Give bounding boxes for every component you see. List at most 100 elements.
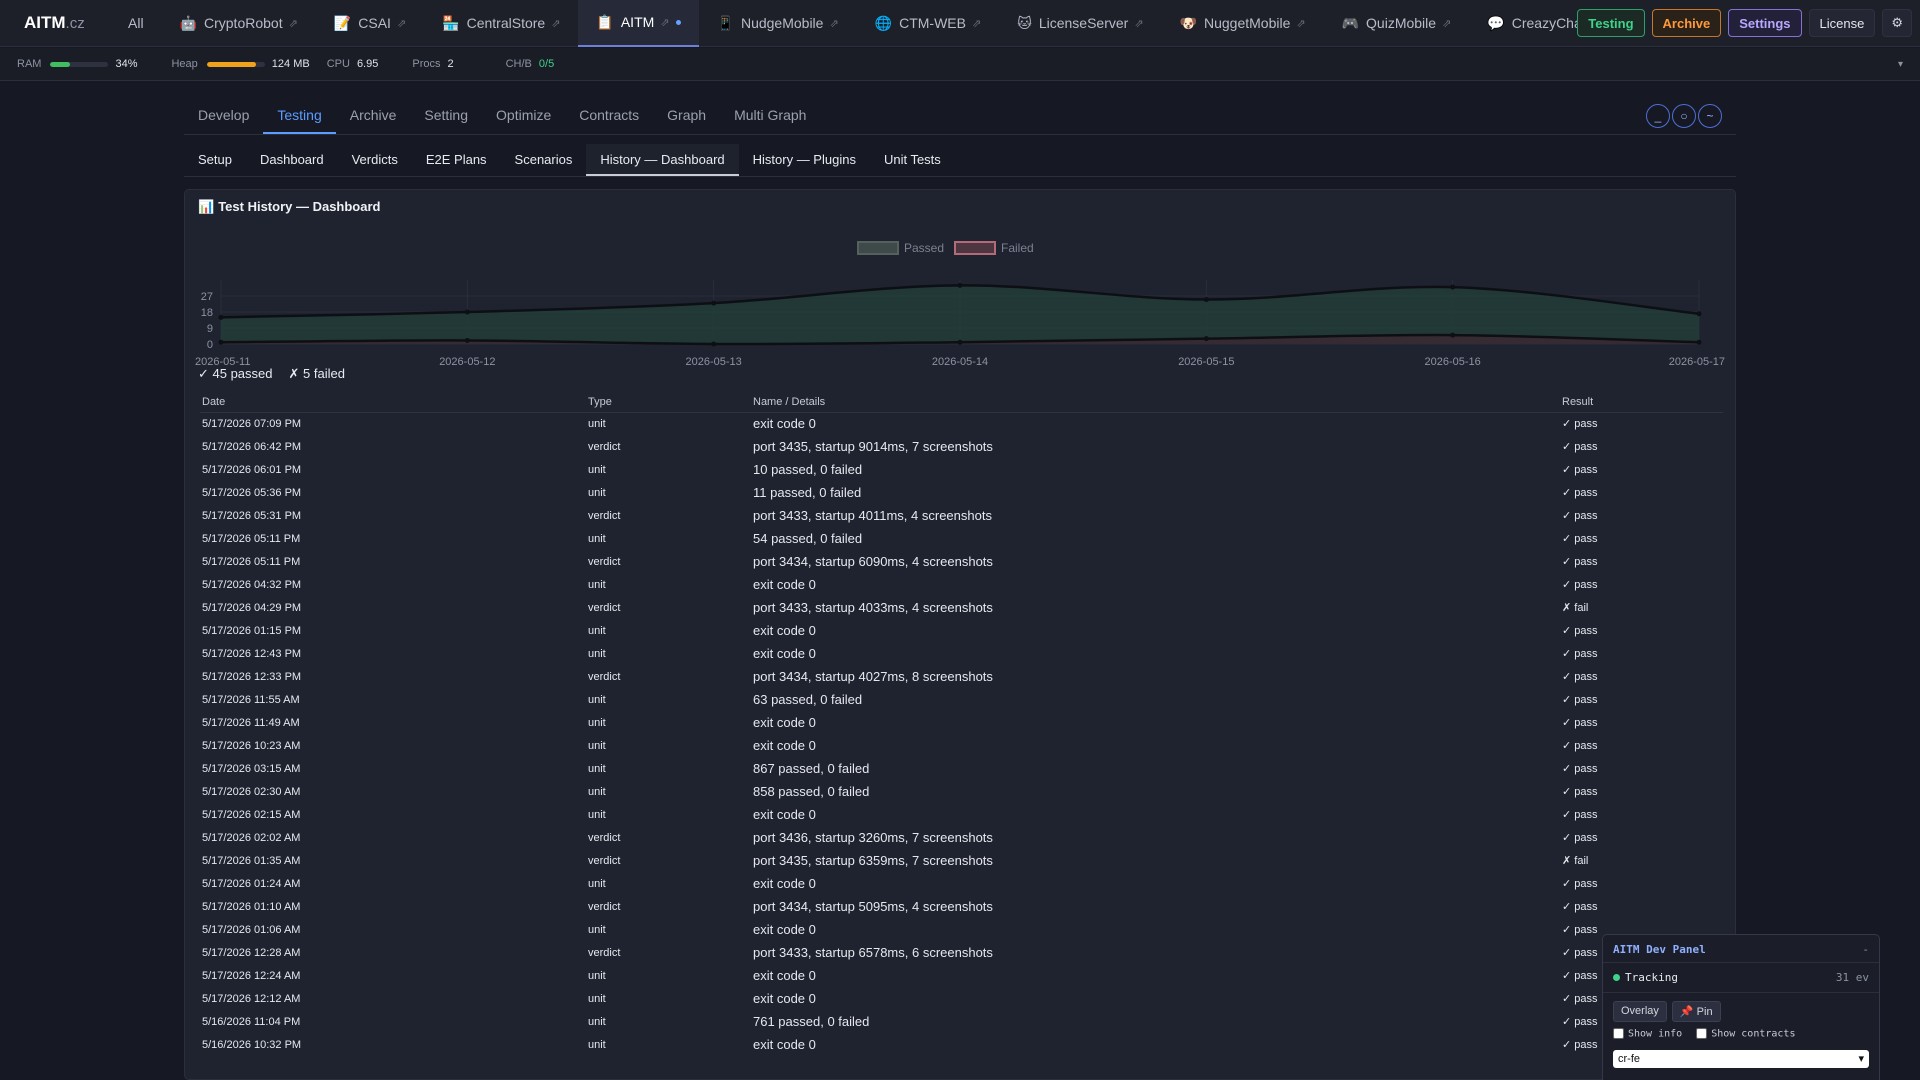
tab-multi-graph[interactable]: Multi Graph [720, 100, 820, 134]
point-failed [464, 337, 470, 343]
project-tab-cryptorobot[interactable]: 🤖 CryptoRobot ⇗ [162, 0, 316, 47]
project-tab-licenseserver[interactable]: 🐱 LicenseServer ⇗ [999, 0, 1161, 47]
table-row[interactable]: 5/17/2026 12:33 PM verdict port 3434, star… [200, 665, 1723, 688]
external-link-icon[interactable]: ⇗ [1134, 17, 1143, 30]
cell-result: ✓ pass [1562, 556, 1598, 568]
external-link-icon[interactable]: ⇗ [397, 17, 406, 30]
cell-date: 5/17/2026 12:28 AM [202, 946, 301, 959]
project-tab-quizmobile[interactable]: 🎮 QuizMobile ⇗ [1324, 0, 1470, 47]
show-info-label: Show info [1628, 1028, 1683, 1040]
table-row[interactable]: 5/17/2026 01:06 AM unit exit code 0 ✓ pass [200, 918, 1723, 941]
tab-develop[interactable]: Develop [184, 100, 263, 134]
col-result: Result [1560, 392, 1723, 413]
subtab-scenarios[interactable]: Scenarios [501, 144, 587, 176]
external-link-icon[interactable]: ⇗ [1442, 17, 1451, 30]
table-row[interactable]: 5/17/2026 03:15 AM unit 867 passed, 0 fail… [200, 757, 1723, 780]
project-tab-nudgemobile[interactable]: 📱 NudgeMobile ⇗ [699, 0, 857, 47]
project-tab-all[interactable]: All [110, 0, 162, 47]
tab-testing[interactable]: Testing [263, 100, 336, 134]
cell-date: 5/17/2026 01:24 AM [202, 877, 301, 890]
table-row[interactable]: 5/17/2026 04:29 PM verdict port 3433, star… [200, 596, 1723, 619]
table-row[interactable]: 5/17/2026 05:36 PM unit 11 passed, 0 faile… [200, 481, 1723, 504]
subtab-history-dashboard[interactable]: History — Dashboard [586, 144, 739, 176]
cell-type: unit [588, 877, 606, 890]
table-row[interactable]: 5/17/2026 05:31 PM verdict port 3433, star… [200, 504, 1723, 527]
table-row[interactable]: 5/17/2026 01:35 AM verdict port 3435, star… [200, 849, 1723, 872]
ram-bar [50, 61, 109, 67]
table-row[interactable]: 5/17/2026 04:32 PM unit exit code 0 ✓ pass [200, 573, 1723, 596]
external-link-icon[interactable]: ⇗ [972, 17, 981, 30]
project-tab-centralstore[interactable]: 🏪 CentralStore ⇗ [424, 0, 578, 47]
project-tab-ctm-web[interactable]: 🌐 CTM-WEB ⇗ [857, 0, 1000, 47]
panel-title-text: Test History — Dashboard [218, 199, 381, 214]
table-row[interactable]: 5/16/2026 11:04 PM unit 761 passed, 0 fail… [200, 1010, 1723, 1033]
table-row[interactable]: 5/17/2026 12:24 AM unit exit code 0 ✓ pass [200, 964, 1723, 987]
table-row[interactable]: 5/17/2026 02:30 AM unit 858 passed, 0 fail… [200, 780, 1723, 803]
table-row[interactable]: 5/17/2026 12:43 PM unit exit code 0 ✓ pass [200, 642, 1723, 665]
show-info-option[interactable]: Show info [1613, 1028, 1682, 1040]
table-row[interactable]: 5/17/2026 02:15 AM unit exit code 0 ✓ pass [200, 803, 1723, 826]
external-link-icon[interactable]: ⇗ [551, 17, 560, 30]
collapse-icon[interactable]: ▾ [1898, 59, 1903, 70]
subtab-dashboard[interactable]: Dashboard [246, 144, 338, 176]
table-row[interactable]: 5/17/2026 05:11 PM verdict port 3434, star… [200, 550, 1723, 573]
overlay-button[interactable]: Overlay [1613, 1001, 1667, 1022]
external-link-icon[interactable]: ⇗ [660, 16, 669, 29]
external-link-icon[interactable]: ⇗ [1296, 17, 1305, 30]
table-row[interactable]: 5/17/2026 10:23 AM unit exit code 0 ✓ pass [200, 734, 1723, 757]
project-tab-label: CSAI [358, 15, 391, 31]
legend-label-failed: Failed [1001, 241, 1034, 255]
cell-details: exit code 0 [753, 715, 816, 730]
tab-archive[interactable]: Archive [336, 100, 411, 134]
project-icon: 💬 [1487, 14, 1505, 31]
license-button[interactable]: License [1808, 9, 1876, 37]
subtab-verdicts[interactable]: Verdicts [338, 144, 412, 176]
show-contracts-checkbox[interactable] [1696, 1028, 1708, 1039]
table-row[interactable]: 5/17/2026 11:49 AM unit exit code 0 ✓ pass [200, 711, 1723, 734]
external-link-icon[interactable]: ⇗ [829, 17, 838, 30]
cell-type: unit [588, 969, 606, 982]
cell-date: 5/17/2026 01:35 AM [202, 854, 301, 867]
project-tab-nuggetmobile[interactable]: 🐶 NuggetMobile ⇗ [1162, 0, 1324, 47]
project-tab-aitm[interactable]: 📋 AITM ⇗ [578, 0, 699, 47]
table-row[interactable]: 5/17/2026 11:55 AM unit 63 passed, 0 faile… [200, 688, 1723, 711]
table-row[interactable]: 5/17/2026 12:12 AM unit exit code 0 ✓ pass [200, 987, 1723, 1010]
gear-icon[interactable]: ⚙ [1882, 9, 1912, 37]
table-row[interactable]: 5/17/2026 12:28 AM verdict port 3433, star… [200, 941, 1723, 964]
subtab-e2e-plans[interactable]: E2E Plans [412, 144, 501, 176]
testing-button[interactable]: Testing [1577, 9, 1645, 37]
tab-optimize[interactable]: Optimize [482, 100, 565, 134]
show-info-checkbox[interactable] [1613, 1028, 1624, 1039]
table-row[interactable]: 5/17/2026 01:24 AM unit exit code 0 ✓ pass [200, 872, 1723, 895]
cell-details: exit code 0 [753, 876, 816, 891]
window-control-0[interactable]: _ [1646, 104, 1670, 128]
tab-graph[interactable]: Graph [653, 100, 720, 134]
subtab-history-plugins[interactable]: History — Plugins [739, 144, 870, 176]
window-control-1[interactable]: ○ [1672, 104, 1696, 128]
pin-button[interactable]: 📌 Pin [1671, 1001, 1721, 1022]
tab-contracts[interactable]: Contracts [565, 100, 653, 134]
table-row[interactable]: 5/17/2026 06:42 PM verdict port 3435, star… [200, 435, 1723, 458]
subtab-setup[interactable]: Setup [184, 144, 246, 176]
table-row[interactable]: 5/17/2026 01:15 PM unit exit code 0 ✓ pass [200, 619, 1723, 642]
subtab-unit-tests[interactable]: Unit Tests [870, 144, 955, 176]
project-tab-csai[interactable]: 📝 CSAI ⇗ [316, 0, 424, 47]
brand-logo[interactable]: AITM.cz [0, 13, 110, 33]
table-row[interactable]: 5/17/2026 06:01 PM unit 10 passed, 0 faile… [200, 458, 1723, 481]
project-select[interactable]: cr-fe ▾ [1613, 1049, 1869, 1068]
table-row[interactable]: 5/17/2026 05:11 PM unit 54 passed, 0 faile… [200, 527, 1723, 550]
show-contracts-option[interactable]: Show contracts [1696, 1028, 1795, 1040]
table-header-row: Date Type Name / Details Result [200, 392, 1723, 413]
window-control-2[interactable]: ~ [1698, 104, 1722, 128]
minimize-button[interactable]: - [1862, 943, 1869, 962]
table-row[interactable]: 5/17/2026 07:09 PM unit exit code 0 ✓ pass [200, 412, 1723, 435]
table-row[interactable]: 5/17/2026 01:10 AM verdict port 3434, star… [200, 895, 1723, 918]
table-row[interactable]: 5/17/2026 02:02 AM verdict port 3436, star… [200, 826, 1723, 849]
external-link-icon[interactable]: ⇗ [289, 17, 298, 30]
settings-button[interactable]: Settings [1728, 9, 1802, 37]
cell-result: ✓ pass [1562, 533, 1598, 545]
project-tab-label: CreazyChat [1511, 15, 1586, 31]
archive-button[interactable]: Archive [1651, 9, 1722, 37]
table-row[interactable]: 5/16/2026 10:32 PM unit exit code 0 ✓ pass [200, 1033, 1723, 1056]
tab-setting[interactable]: Setting [410, 100, 482, 134]
